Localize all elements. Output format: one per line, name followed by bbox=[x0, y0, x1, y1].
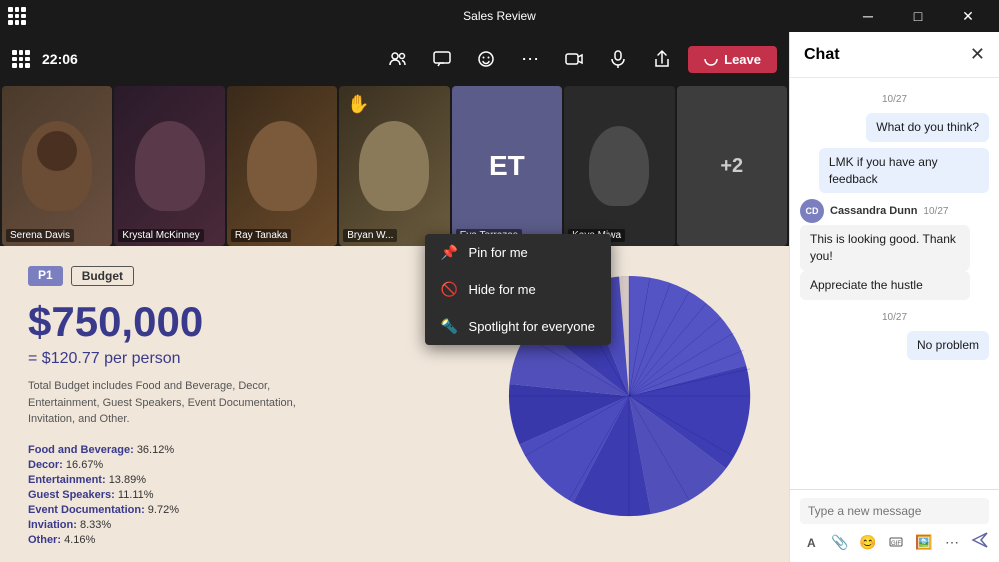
context-menu-spotlight[interactable]: 🔦 Spotlight for everyone bbox=[425, 308, 611, 345]
share-icon-button[interactable] bbox=[644, 41, 680, 77]
participant-eva[interactable]: ET Eva Terrazas bbox=[452, 86, 562, 246]
chat-received-cassandra: CD Cassandra Dunn 10/27 This is looking … bbox=[800, 199, 989, 299]
sender-time-cassandra: 10/27 bbox=[923, 206, 948, 217]
camera-icon bbox=[564, 49, 584, 69]
presentation-area: P1 Budget $750,000 = $120.77 per person … bbox=[0, 246, 789, 562]
more-options-button[interactable]: ⋯ bbox=[512, 41, 548, 77]
context-menu: 📌 Pin for me 🚫 Hide for me 🔦 Spotlight f… bbox=[425, 234, 611, 345]
more-chat-options-button[interactable]: ⋯ bbox=[940, 530, 964, 554]
title-bar: Sales Review ─ □ ✕ bbox=[0, 0, 999, 32]
raise-hand-icon: ✋ bbox=[347, 94, 369, 115]
mic-icon-button[interactable] bbox=[600, 41, 636, 77]
emoji-icon-button[interactable] bbox=[468, 41, 504, 77]
chat-panel: Chat ✕ 10/27 What do you think? LMK if y… bbox=[789, 32, 999, 562]
window-title: Sales Review bbox=[463, 9, 536, 23]
participant-name-serena: Serena Davis bbox=[6, 229, 74, 242]
close-button[interactable]: ✕ bbox=[945, 0, 991, 32]
chat-date-2: 10/27 bbox=[800, 312, 989, 323]
pin-icon: 📌 bbox=[441, 244, 459, 261]
participant-bryan[interactable]: ✋ Bryan W... bbox=[339, 86, 449, 246]
chat-bubble-received-2: Appreciate the hustle bbox=[800, 271, 970, 300]
send-icon bbox=[971, 531, 989, 549]
grid-view-icon bbox=[12, 50, 30, 68]
mic-icon bbox=[608, 49, 628, 69]
chat-messages: 10/27 What do you think? LMK if you have… bbox=[790, 78, 999, 489]
slide-tag-p1: P1 bbox=[28, 266, 63, 286]
sticker-button[interactable]: 🖼️ bbox=[912, 530, 936, 554]
participant-name-bryan: Bryan W... bbox=[343, 229, 397, 242]
slide-tag-budget: Budget bbox=[71, 266, 134, 286]
avatar-plus: +2 bbox=[677, 86, 787, 246]
chat-sender-row: CD Cassandra Dunn 10/27 bbox=[800, 199, 989, 223]
chat-bubble-sent-2: LMK if you have any feedback bbox=[819, 148, 989, 194]
camera-icon-button[interactable] bbox=[556, 41, 592, 77]
phone-icon bbox=[704, 52, 718, 66]
chat-icon bbox=[432, 49, 452, 69]
chat-close-button[interactable]: ✕ bbox=[970, 44, 985, 65]
call-time: 22:06 bbox=[42, 51, 78, 67]
title-bar-left bbox=[8, 7, 26, 25]
breakdown-item-6: Other: 4.16% bbox=[28, 534, 761, 546]
avatar-cassandra: CD bbox=[800, 199, 824, 223]
toolbar-right: ⋯ bbox=[380, 41, 777, 77]
reaction-icon bbox=[476, 49, 496, 69]
participants-bar: Serena Davis Krystal McKinney Ray Tanaka bbox=[0, 86, 789, 246]
chat-bubble-sent-3: No problem bbox=[907, 331, 989, 360]
send-button[interactable] bbox=[971, 531, 989, 554]
people-icon bbox=[388, 49, 408, 69]
context-menu-hide[interactable]: 🚫 Hide for me bbox=[425, 271, 611, 308]
participant-ray[interactable]: Ray Tanaka bbox=[227, 86, 337, 246]
chat-bubble-sent-1: What do you think? bbox=[866, 113, 989, 142]
app-grid-icon bbox=[8, 7, 26, 25]
gif-icon: GIF bbox=[889, 535, 903, 549]
attach-button[interactable]: 📎 bbox=[828, 530, 852, 554]
chat-input-row bbox=[800, 498, 989, 524]
share-icon bbox=[652, 49, 672, 69]
format-text-button[interactable]: A bbox=[800, 530, 824, 554]
svg-text:A: A bbox=[807, 536, 816, 549]
sender-name-cassandra: Cassandra Dunn bbox=[830, 205, 917, 217]
gif-button[interactable]: GIF bbox=[884, 530, 908, 554]
main-container: 22:06 bbox=[0, 32, 999, 562]
participant-plus[interactable]: +2 bbox=[677, 86, 787, 246]
minimize-button[interactable]: ─ bbox=[845, 0, 891, 32]
participant-serena[interactable]: Serena Davis bbox=[2, 86, 112, 246]
top-toolbar: 22:06 bbox=[0, 32, 789, 86]
context-menu-pin[interactable]: 📌 Pin for me bbox=[425, 234, 611, 271]
chat-bubble-received-1: This is looking good. Thank you! bbox=[800, 225, 970, 271]
spotlight-icon: 🔦 bbox=[441, 318, 459, 335]
participant-name-ray: Ray Tanaka bbox=[231, 229, 292, 242]
slide-description: Total Budget includes Food and Beverage,… bbox=[28, 378, 308, 428]
video-area: 22:06 bbox=[0, 32, 789, 562]
format-icon: A bbox=[805, 535, 819, 549]
maximize-button[interactable]: □ bbox=[895, 0, 941, 32]
participant-kayo[interactable]: Kayo Miwa bbox=[564, 86, 674, 246]
chat-toolbar: A 📎 😊 GIF 🖼️ ⋯ bbox=[800, 530, 989, 554]
emoji-button[interactable]: 😊 bbox=[856, 530, 880, 554]
chat-icon-button[interactable] bbox=[424, 41, 460, 77]
svg-text:GIF: GIF bbox=[891, 541, 901, 547]
chat-title: Chat bbox=[804, 46, 840, 64]
window-controls: ─ □ ✕ bbox=[845, 0, 991, 32]
leave-button[interactable]: Leave bbox=[688, 46, 777, 73]
chat-header: Chat ✕ bbox=[790, 32, 999, 78]
toolbar-left: 22:06 bbox=[12, 50, 78, 68]
people-icon-button[interactable] bbox=[380, 41, 416, 77]
avatar-eva: ET bbox=[452, 86, 562, 246]
chat-input[interactable] bbox=[808, 504, 981, 518]
participant-krystal[interactable]: Krystal McKinney bbox=[114, 86, 224, 246]
participant-name-krystal: Krystal McKinney bbox=[118, 229, 203, 242]
chat-input-area: A 📎 😊 GIF 🖼️ ⋯ bbox=[790, 489, 999, 562]
hide-icon: 🚫 bbox=[441, 281, 459, 298]
chat-date-1: 10/27 bbox=[800, 94, 989, 105]
